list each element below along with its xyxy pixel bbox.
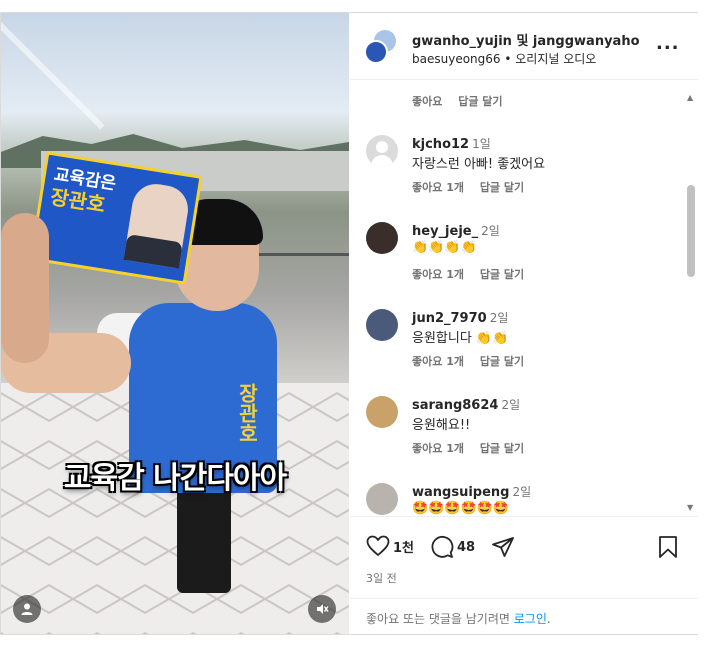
user-icon xyxy=(21,603,33,615)
comment-username[interactable]: wangsuipeng xyxy=(412,485,509,500)
avatar[interactable] xyxy=(366,483,398,515)
comment-like-count[interactable]: 좋아요 1개 xyxy=(412,268,464,281)
comment-username[interactable]: sarang8624 xyxy=(412,398,498,413)
audio-source[interactable]: baesuyeong66 • 오리지널 오디오 xyxy=(412,50,596,67)
comment-header: jun2_7970 2일 xyxy=(412,309,508,326)
comment-username[interactable]: hey_jeje_ xyxy=(412,224,478,239)
comment-text: 응원해요!! xyxy=(412,418,471,433)
speaker-muted-icon xyxy=(317,604,329,614)
heart-icon xyxy=(366,535,390,556)
avatar[interactable] xyxy=(366,396,398,428)
comment-item: sarang8624 2일 응원해요!! 좋아요 1개 답글 달기 xyxy=(366,396,676,476)
comment-text: 👏👏👏👏 xyxy=(412,240,477,255)
comment-time[interactable]: 1일 xyxy=(472,137,491,151)
avatar[interactable] xyxy=(366,309,398,341)
like-count[interactable]: 1천 xyxy=(393,537,414,556)
comment-time[interactable]: 2일 xyxy=(501,398,520,412)
login-link[interactable]: 로그인 xyxy=(514,612,547,626)
comment-reply-link[interactable]: 답글 달기 xyxy=(480,181,524,194)
reply-link[interactable]: 답글 달기 xyxy=(458,95,502,108)
video-caption: 교육감 나간다아아 xyxy=(63,461,287,496)
tagged-users-button[interactable] xyxy=(13,595,41,623)
comment-header: sarang8624 2일 xyxy=(412,396,520,413)
post-header: gwanho_yujin 및 janggwanyaho baesuyeong66… xyxy=(350,13,698,80)
comment-reply-link[interactable]: 답글 달기 xyxy=(480,355,524,368)
comment-like-count[interactable]: 좋아요 1개 xyxy=(412,355,464,368)
comment-count[interactable]: 48 xyxy=(457,540,475,555)
vest-text: 장관호 xyxy=(235,383,259,443)
comment-time[interactable]: 2일 xyxy=(481,224,500,238)
post-video[interactable]: 장관호 교육감은 장관호 교육감 나간다아아 xyxy=(1,13,349,634)
bookmark-icon xyxy=(659,536,677,558)
comment-username[interactable]: kjcho12 xyxy=(412,137,469,152)
post-dialog: 장관호 교육감은 장관호 교육감 나간다아아 gwanho_yujin 및 ja… xyxy=(0,12,698,635)
scroll-up-arrow-icon[interactable]: ▲ xyxy=(687,93,693,102)
candidate-photo xyxy=(123,180,192,269)
login-prompt: 좋아요 또는 댓글을 남기려면 로그인. xyxy=(350,598,698,635)
comment-actions: 좋아요 1개 답글 달기 xyxy=(412,266,536,282)
comment-time[interactable]: 2일 xyxy=(490,311,509,325)
login-text: 좋아요 또는 댓글을 남기려면 로그인. xyxy=(366,610,551,627)
comment-like-count[interactable]: 좋아요 1개 xyxy=(412,181,464,194)
comment-actions: 좋아요 1개 답글 달기 xyxy=(412,179,536,195)
comment-item: jun2_7970 2일 응원합니다 👏👏 좋아요 1개 답글 달기 xyxy=(366,309,676,389)
avatar[interactable] xyxy=(366,222,398,254)
like-link[interactable]: 좋아요 xyxy=(412,95,442,108)
previous-comment-actions: 좋아요 답글 달기 xyxy=(412,93,515,109)
comment-like-count[interactable]: 좋아요 1개 xyxy=(412,442,464,455)
post-sidebar: gwanho_yujin 및 janggwanyaho baesuyeong66… xyxy=(350,13,698,634)
like-button[interactable]: 1천 xyxy=(366,535,414,557)
comment-header: hey_jeje_ 2일 xyxy=(412,222,500,239)
author-names[interactable]: gwanho_yujin 및 janggwanyaho xyxy=(412,30,640,49)
person-legs xyxy=(177,483,231,593)
comment-header: kjcho12 1일 xyxy=(412,135,491,152)
comment-button[interactable]: 48 xyxy=(430,535,475,559)
mute-button[interactable] xyxy=(308,595,336,623)
comment-text: 🤩🤩🤩🤩🤩🤩 xyxy=(412,501,510,515)
comment-username[interactable]: jun2_7970 xyxy=(412,311,487,326)
share-button[interactable] xyxy=(491,535,515,559)
hand xyxy=(1,213,49,363)
login-prompt-text: 좋아요 또는 댓글을 남기려면 xyxy=(366,612,514,626)
author-avatars[interactable] xyxy=(364,28,400,64)
post-actions: 1천 48 3일 전 좋아요 또는 댓글을 남기려면 로그인. xyxy=(350,516,698,634)
comments-scrollbar[interactable]: ▲ ▼ xyxy=(686,89,696,515)
comment-actions: 좋아요 1개 답글 달기 xyxy=(412,440,536,456)
comment-item: hey_jeje_ 2일 👏👏👏👏 좋아요 1개 답글 달기 xyxy=(366,222,676,302)
comments-list[interactable]: 좋아요 답글 달기 kjcho12 1일 자랑스런 아빠! 좋겠어요 좋아요 1개… xyxy=(350,81,698,515)
comment-item: kjcho12 1일 자랑스런 아빠! 좋겠어요 좋아요 1개 답글 달기 xyxy=(366,135,676,215)
default-avatar-icon[interactable] xyxy=(366,135,398,167)
scroll-thumb[interactable] xyxy=(687,185,695,277)
comment-text: 자랑스런 아빠! 좋겠어요 xyxy=(412,157,546,172)
comment-icon xyxy=(431,536,454,558)
comment-actions: 좋아요 1개 답글 달기 xyxy=(412,353,536,369)
scroll-down-arrow-icon[interactable]: ▼ xyxy=(687,503,693,512)
light-ray xyxy=(1,13,105,130)
comment-reply-link[interactable]: 답글 달기 xyxy=(480,268,524,281)
comment-text: 응원합니다 👏👏 xyxy=(412,331,509,346)
comment-item: wangsuipeng 2일 🤩🤩🤩🤩🤩🤩 xyxy=(366,483,676,515)
post-date[interactable]: 3일 전 xyxy=(366,570,397,586)
comment-header: wangsuipeng 2일 xyxy=(412,483,531,500)
more-options-icon[interactable]: ... xyxy=(656,33,680,54)
comment-time[interactable]: 2일 xyxy=(512,485,531,499)
avatar xyxy=(364,40,388,64)
save-button[interactable] xyxy=(657,535,679,559)
login-suffix: . xyxy=(546,612,551,626)
campaign-card-text: 교육감은 장관호 xyxy=(49,164,135,220)
comment-reply-link[interactable]: 답글 달기 xyxy=(480,442,524,455)
paper-plane-icon xyxy=(492,537,514,557)
